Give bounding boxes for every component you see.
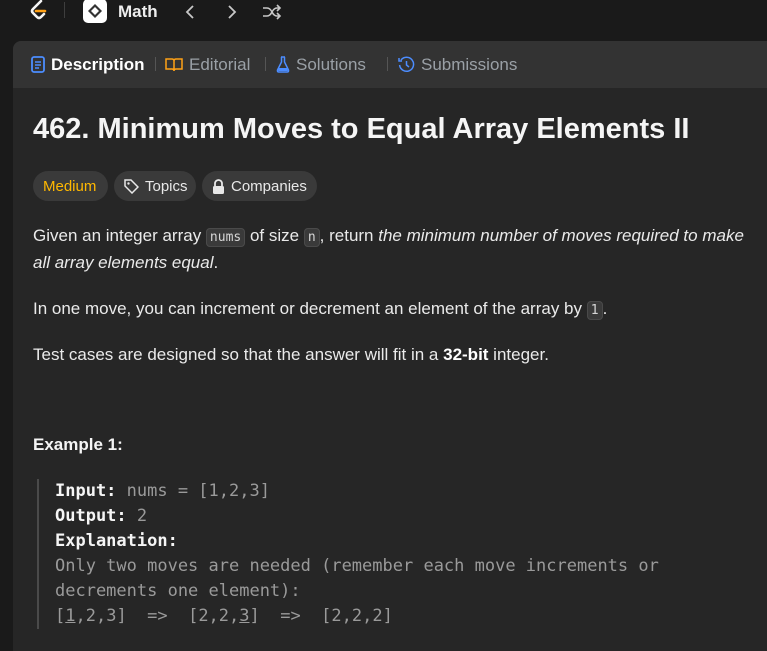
topics-label: Topics bbox=[145, 177, 188, 195]
book-icon bbox=[165, 57, 183, 72]
text: . bbox=[602, 299, 608, 318]
tab-description[interactable]: Description bbox=[31, 41, 145, 88]
tab-divider bbox=[155, 57, 156, 71]
problem-statement-paragraph: Given an integer array nums of size n, r… bbox=[33, 223, 763, 275]
tab-solutions[interactable]: Solutions bbox=[276, 41, 366, 88]
text: ,2,3] => [2,2, bbox=[75, 606, 240, 626]
history-icon bbox=[398, 56, 415, 73]
problem-list-icon[interactable] bbox=[83, 0, 107, 23]
text: integer. bbox=[488, 345, 549, 364]
lock-icon bbox=[212, 178, 225, 194]
tab-description-label: Description bbox=[51, 54, 145, 74]
underlined-text: 1 bbox=[65, 606, 76, 626]
tab-editorial[interactable]: Editorial bbox=[165, 41, 250, 88]
prev-problem-chevron-left-icon[interactable] bbox=[180, 0, 200, 24]
move-rule-paragraph: In one move, you can increment or decrem… bbox=[33, 296, 763, 323]
label: Input: bbox=[55, 481, 117, 501]
example-block: Input: nums = [1,2,3] Output: 2 Explanat… bbox=[37, 479, 767, 629]
label: Explanation: bbox=[55, 531, 178, 551]
inline-code: n bbox=[303, 228, 320, 247]
description-icon bbox=[31, 56, 45, 73]
problem-list-label[interactable]: Math bbox=[118, 0, 158, 24]
example-explanation-line: decrements one element): bbox=[55, 581, 301, 601]
value: 2 bbox=[126, 506, 148, 526]
constraint-paragraph: Test cases are designed so that the answ… bbox=[33, 342, 763, 367]
text: In one move, you can increment or decrem… bbox=[33, 299, 587, 318]
next-problem-chevron-right-icon[interactable] bbox=[222, 0, 242, 24]
topbar-divider bbox=[64, 2, 65, 18]
inline-code: 1 bbox=[586, 301, 603, 320]
tab-divider bbox=[387, 57, 388, 71]
companies-label: Companies bbox=[231, 177, 307, 195]
topics-button[interactable]: Topics bbox=[114, 171, 196, 201]
example-output-line: Output: 2 bbox=[55, 504, 147, 529]
label: Output: bbox=[55, 506, 127, 526]
tab-divider bbox=[265, 57, 266, 71]
text: [ bbox=[55, 606, 66, 626]
problem-title[interactable]: 462. Minimum Moves to Equal Array Elemen… bbox=[33, 113, 689, 146]
flask-icon bbox=[276, 56, 290, 73]
example-title: Example 1: bbox=[33, 435, 123, 454]
bold-text: 32-bit bbox=[443, 345, 489, 364]
companies-button[interactable]: Companies bbox=[202, 171, 317, 201]
inline-code: nums bbox=[205, 228, 246, 247]
text: ] => [2,2,2] bbox=[249, 606, 393, 626]
tab-editorial-label: Editorial bbox=[189, 54, 251, 74]
leetcode-logo-icon[interactable] bbox=[28, 0, 50, 23]
difficulty-badge: Medium bbox=[33, 171, 108, 201]
tab-solutions-label: Solutions bbox=[296, 54, 366, 74]
value: nums = [1,2,3] bbox=[116, 481, 270, 501]
tag-icon bbox=[124, 178, 139, 194]
panel-tab-bar: Description Editorial Solutions Submissi… bbox=[13, 41, 767, 88]
tab-submissions[interactable]: Submissions bbox=[398, 41, 517, 88]
example-explanation-label: Explanation: bbox=[55, 529, 178, 554]
example-sequence-line: [1,2,3] => [2,2,3] => [2,2,2] bbox=[55, 604, 393, 629]
text: . bbox=[213, 253, 219, 272]
text: Test cases are designed so that the answ… bbox=[33, 345, 444, 364]
example-explanation-line: Only two moves are needed (remember each… bbox=[55, 556, 659, 576]
text: , return bbox=[319, 226, 379, 245]
top-bar: Math bbox=[0, 0, 767, 24]
text: Given an integer array bbox=[33, 226, 206, 245]
random-problem-shuffle-icon[interactable] bbox=[260, 0, 284, 24]
tab-submissions-label: Submissions bbox=[421, 54, 518, 74]
example-input-line: Input: nums = [1,2,3] bbox=[55, 479, 270, 504]
text: of size bbox=[245, 226, 304, 245]
underlined-text: 3 bbox=[239, 606, 250, 626]
